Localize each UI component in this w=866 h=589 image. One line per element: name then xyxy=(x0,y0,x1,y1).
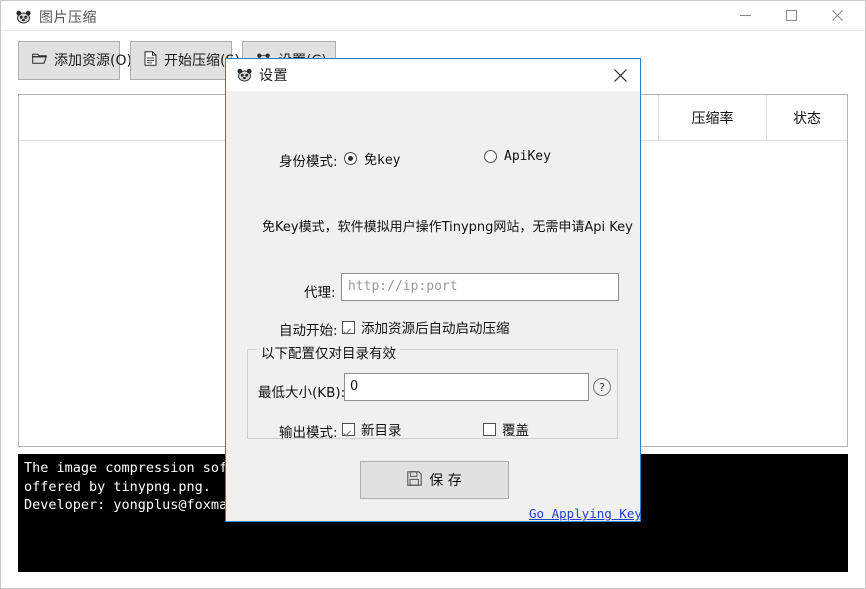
checkbox-icon[interactable] xyxy=(483,422,496,436)
group-legend: 以下配置仅对目录有效 xyxy=(257,342,400,362)
identity-mode-label: 身份模式: xyxy=(279,154,338,170)
add-resource-label: 添加资源(O) xyxy=(54,52,132,69)
close-icon[interactable] xyxy=(606,63,634,87)
output-mode-newdir-checkbox[interactable]: 新目录 xyxy=(342,419,402,439)
panda-icon xyxy=(236,66,253,83)
min-size-input[interactable]: 0 xyxy=(344,373,589,401)
output-mode-overwrite-checkbox[interactable]: 覆盖 xyxy=(483,419,529,439)
radio-label-nokey: 免key xyxy=(364,153,401,168)
panda-icon xyxy=(15,8,32,25)
start-compress-button[interactable]: 开始压缩(S) xyxy=(130,41,240,80)
close-icon[interactable] xyxy=(814,1,860,30)
table-header-ratio[interactable]: 压缩率 xyxy=(659,95,767,140)
apply-key-link[interactable]: Go Applying Key xyxy=(529,506,642,521)
checkbox-icon[interactable] xyxy=(342,422,355,436)
save-button[interactable]: 保 存 xyxy=(360,461,509,499)
save-disk-icon xyxy=(407,470,423,490)
mode-hint-text: 免Key模式，软件模拟用户操作Tinypng网站，无需申请Api Key xyxy=(262,220,633,235)
dialog-body: 身份模式: 免key ApiKey 免Key模式，软件模拟用户操作Tinypng… xyxy=(226,91,642,521)
output-mode-label: 输出模式: xyxy=(279,425,338,441)
add-resource-button[interactable]: 添加资源(O) xyxy=(18,41,132,80)
document-icon xyxy=(144,51,157,70)
table-header-status[interactable]: 状态 xyxy=(767,95,847,140)
question-mark-icon[interactable]: ? xyxy=(593,378,611,396)
proxy-input[interactable]: http://ip:port xyxy=(341,273,619,301)
output-mode-overwrite-label: 覆盖 xyxy=(502,423,529,439)
radio-option-nokey[interactable]: 免key xyxy=(344,149,400,168)
dialog-title-bar: 设置 xyxy=(226,59,640,91)
radio-option-apikey[interactable]: ApiKey xyxy=(484,149,551,164)
output-mode-newdir-label: 新目录 xyxy=(361,423,402,439)
title-bar: 图片压缩 xyxy=(1,1,865,31)
minimize-icon[interactable] xyxy=(722,1,768,30)
min-size-label: 最低大小(KB): xyxy=(258,385,346,401)
save-button-label: 保 存 xyxy=(429,473,462,489)
auto-start-checkbox-label: 添加资源后自动启动压缩 xyxy=(361,321,510,337)
radio-label-apikey: ApiKey xyxy=(504,149,551,164)
auto-start-checkbox[interactable]: 添加资源后自动启动压缩 xyxy=(342,317,510,337)
radio-button-icon[interactable] xyxy=(484,150,497,163)
maximize-icon[interactable] xyxy=(768,1,814,30)
proxy-label: 代理: xyxy=(304,285,336,301)
dialog-title: 设置 xyxy=(259,68,288,84)
window-title: 图片压缩 xyxy=(39,10,97,26)
console-line-2: offered by tinypng.png. xyxy=(24,478,211,495)
settings-dialog: 设置 身份模式: 免key ApiKey 免Key模式，软件模拟用户操作Tiny… xyxy=(225,58,642,522)
auto-start-label: 自动开始: xyxy=(279,323,338,339)
checkbox-icon[interactable] xyxy=(342,320,355,334)
radio-button-icon[interactable] xyxy=(344,152,357,165)
folder-open-icon xyxy=(32,52,48,69)
identity-mode-row: 身份模式: 免key ApiKey xyxy=(226,147,640,171)
